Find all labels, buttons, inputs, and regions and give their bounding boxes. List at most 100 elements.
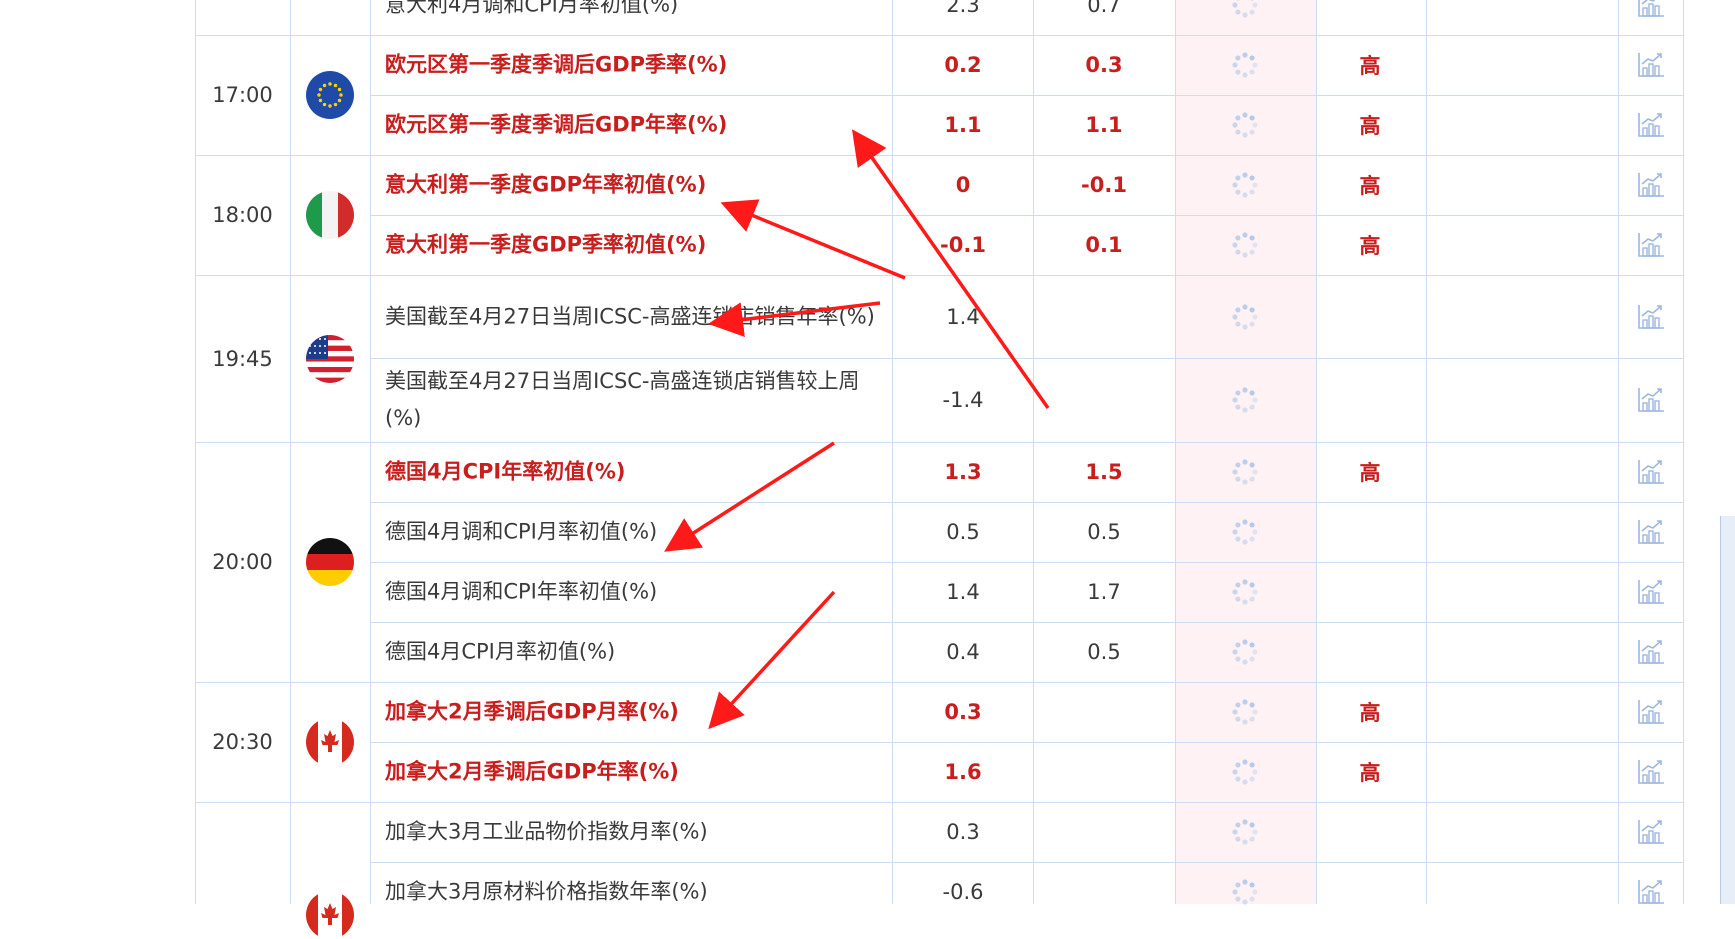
- grid-column-line: [370, 0, 371, 904]
- event-name: 意大利第一季度GDP季率初值(%): [385, 232, 707, 257]
- grid-row-line: [370, 95, 1683, 96]
- chart-trend-icon[interactable]: [1636, 0, 1666, 19]
- actual-value: 0.5: [946, 520, 980, 544]
- chart-trend-icon[interactable]: [1636, 458, 1666, 486]
- loading-spinner-icon: [1231, 578, 1259, 606]
- previous-value: 0.7: [1087, 0, 1121, 17]
- importance-label: 高: [1359, 461, 1381, 485]
- grid-row-line: [195, 682, 1683, 683]
- chart-trend-icon[interactable]: [1636, 171, 1666, 199]
- grid-row-line: [370, 622, 1683, 623]
- italy-flag-icon: [306, 191, 354, 239]
- event-name: 加拿大2月季调后GDP年率(%): [385, 759, 679, 784]
- loading-spinner-icon: [1231, 0, 1259, 19]
- loading-spinner-icon: [1231, 51, 1259, 79]
- event-name: 美国截至4月27日当周ICSC-高盛连锁店销售年率(%): [385, 304, 875, 328]
- loading-spinner-icon: [1231, 303, 1259, 331]
- chart-trend-icon[interactable]: [1636, 51, 1666, 79]
- previous-value: 1.5: [1085, 460, 1123, 484]
- chart-trend-icon[interactable]: [1636, 303, 1666, 331]
- chart-trend-icon[interactable]: [1636, 758, 1666, 786]
- actual-value: 1.1: [944, 113, 982, 137]
- importance-label: 高: [1359, 701, 1381, 725]
- event-name: 意大利4月调和CPI月率初值(%): [385, 0, 679, 17]
- actual-value: 1.3: [944, 460, 982, 484]
- loading-spinner-icon: [1231, 458, 1259, 486]
- event-name: 德国4月调和CPI年率初值(%): [385, 579, 658, 604]
- previous-value: 0.1: [1085, 233, 1123, 257]
- right-panel-edge: [1720, 516, 1735, 904]
- loading-spinner-icon: [1231, 698, 1259, 726]
- actual-value: 0.3: [946, 820, 980, 844]
- chart-trend-icon[interactable]: [1636, 638, 1666, 666]
- grid-row-line: [370, 358, 1683, 359]
- grid-column-line: [1618, 0, 1619, 904]
- actual-value: 1.4: [946, 580, 980, 604]
- loading-spinner-icon: [1231, 758, 1259, 786]
- actual-value: 1.4: [946, 304, 980, 329]
- grid-column-line: [1683, 0, 1684, 904]
- event-time: 20:30: [212, 730, 273, 754]
- grid-row-line: [195, 442, 1683, 443]
- actual-value: 1.6: [944, 760, 982, 784]
- grid-column-line: [1426, 0, 1427, 904]
- loading-spinner-icon: [1231, 878, 1259, 906]
- germany-flag-icon: [306, 538, 354, 586]
- event-time: 19:45: [212, 346, 273, 371]
- grid-column-line: [195, 0, 196, 904]
- loading-spinner-icon: [1231, 171, 1259, 199]
- loading-spinner-icon: [1231, 518, 1259, 546]
- event-name: 美国截至4月27日当周ICSC-高盛连锁店销售较上周(%): [385, 369, 860, 430]
- event-name: 加拿大2月季调后GDP月率(%): [385, 699, 679, 724]
- actual-value: -1.4: [942, 388, 984, 412]
- previous-value: -0.1: [1081, 173, 1127, 197]
- event-name: 欧元区第一季度季调后GDP季率(%): [385, 52, 728, 77]
- usa-flag-icon: [306, 334, 354, 383]
- actual-value: 0.3: [944, 700, 982, 724]
- chart-trend-icon[interactable]: [1636, 818, 1666, 846]
- chart-trend-icon[interactable]: [1636, 386, 1666, 414]
- actual-value: 0.2: [944, 53, 982, 77]
- event-time: 17:00: [212, 83, 273, 107]
- previous-value: 1.7: [1087, 580, 1121, 604]
- event-name: 加拿大3月工业品物价指数月率(%): [385, 819, 708, 844]
- grid-row-line: [370, 215, 1683, 216]
- actual-value: 2.3: [946, 0, 980, 17]
- actual-value: -0.1: [940, 233, 986, 257]
- grid-column-line: [1175, 0, 1176, 904]
- chart-trend-icon[interactable]: [1636, 578, 1666, 606]
- loading-spinner-icon: [1231, 111, 1259, 139]
- loading-spinner-icon: [1231, 386, 1259, 414]
- chart-trend-icon[interactable]: [1636, 231, 1666, 259]
- canada-flag-icon: [306, 891, 354, 939]
- grid-row-line: [195, 802, 1683, 803]
- grid-row-line: [370, 562, 1683, 563]
- chart-trend-icon[interactable]: [1636, 518, 1666, 546]
- grid-row-line: [195, 155, 1683, 156]
- previous-value: 0.5: [1087, 640, 1121, 664]
- canada-flag-icon: [306, 718, 354, 766]
- importance-label: 高: [1359, 174, 1381, 198]
- actual-value: 0: [955, 173, 971, 197]
- chart-trend-icon[interactable]: [1636, 111, 1666, 139]
- chart-trend-icon[interactable]: [1636, 878, 1666, 906]
- event-name: 德国4月CPI月率初值(%): [385, 639, 616, 664]
- grid-row-line: [370, 502, 1683, 503]
- event-name: 欧元区第一季度季调后GDP年率(%): [385, 112, 728, 137]
- loading-spinner-icon: [1231, 818, 1259, 846]
- chart-trend-icon[interactable]: [1636, 698, 1666, 726]
- event-time: 20:00: [212, 550, 273, 574]
- previous-value: 0.3: [1085, 53, 1123, 77]
- importance-label: 高: [1359, 234, 1381, 258]
- event-name: 加拿大3月原材料价格指数年率(%): [385, 879, 708, 904]
- loading-spinner-icon: [1231, 638, 1259, 666]
- previous-value: 1.1: [1085, 113, 1123, 137]
- event-time: 18:00: [212, 203, 273, 227]
- grid-row-line: [195, 35, 1683, 36]
- previous-value: 0.5: [1087, 520, 1121, 544]
- importance-label: 高: [1359, 761, 1381, 785]
- eu-flag-icon: [306, 71, 354, 119]
- event-name: 德国4月CPI年率初值(%): [385, 459, 626, 484]
- grid-row-line: [195, 275, 1683, 276]
- grid-column-line: [290, 0, 291, 904]
